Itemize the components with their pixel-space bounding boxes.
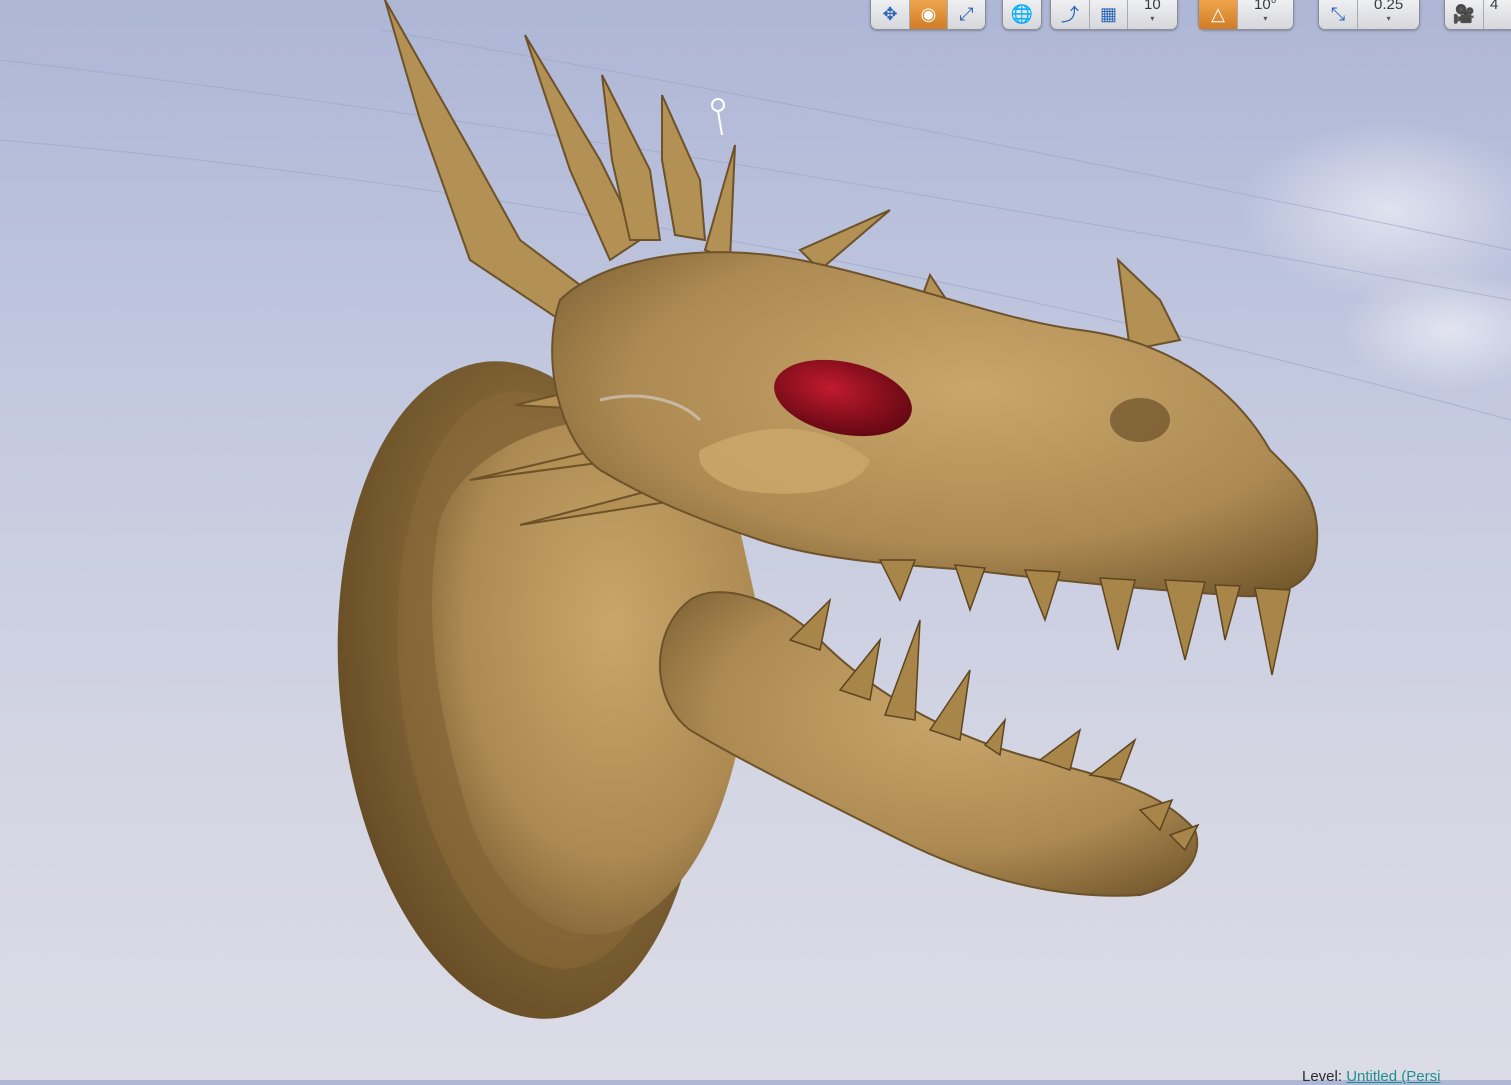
transform-gizmo-icon (711, 98, 725, 136)
grid-snap-group: ⤴ ▦ 10 ▾ (1050, 0, 1178, 30)
grid-snap-value: 10 (1144, 0, 1161, 13)
level-label: Level: (1302, 1068, 1343, 1085)
coordinate-space-group: 🌐 (1002, 0, 1042, 30)
camera-speed-icon[interactable]: 🎥 (1445, 0, 1483, 29)
world-local-icon[interactable]: 🌐 (1003, 0, 1041, 29)
camera-speed-dropdown[interactable]: 4 (1483, 0, 1504, 29)
chevron-down-icon: ▾ (1150, 14, 1155, 23)
viewport-toolbar: ✥ ◉ ⤢ 🌐 ⤴ ▦ 10 ▾ △ 10° ▾ ⤡ 0.25 ▾ 🎥 4 (0, 0, 1511, 30)
grid-snap-icon[interactable]: ▦ (1089, 0, 1127, 29)
level-name-link[interactable]: Untitled (Persi (1346, 1068, 1440, 1085)
camera-speed-group: 🎥 4 (1444, 0, 1511, 30)
scale-snap-group: ⤡ 0.25 ▾ (1318, 0, 1421, 30)
transform-mode-group: ✥ ◉ ⤢ (870, 0, 986, 30)
rotation-snap-icon[interactable]: △ (1199, 0, 1237, 29)
rotation-snap-value-dropdown[interactable]: 10° ▾ (1237, 0, 1293, 29)
grid-snap-value-dropdown[interactable]: 10 ▾ (1127, 0, 1177, 29)
rotate-icon[interactable]: ◉ (909, 0, 947, 29)
chevron-down-icon: ▾ (1263, 14, 1268, 23)
translate-icon[interactable]: ✥ (871, 0, 909, 29)
rotation-snap-group: △ 10° ▾ (1198, 0, 1294, 30)
scale-snap-value-dropdown[interactable]: 0.25 ▾ (1357, 0, 1419, 29)
chevron-down-icon: ▾ (1386, 14, 1391, 23)
surface-snap-icon[interactable]: ⤴ (1051, 0, 1089, 29)
viewport-scene (0, 0, 1511, 1019)
level-viewport[interactable] (0, 0, 1511, 1080)
camera-speed-value: 4 (1490, 0, 1499, 13)
scale-snap-icon[interactable]: ⤡ (1319, 0, 1357, 29)
scale-snap-value: 0.25 (1374, 0, 1404, 13)
scale-icon[interactable]: ⤢ (947, 0, 985, 29)
rotation-snap-value: 10° (1254, 0, 1277, 13)
level-status: Level: Untitled (Persi (1302, 1068, 1440, 1085)
